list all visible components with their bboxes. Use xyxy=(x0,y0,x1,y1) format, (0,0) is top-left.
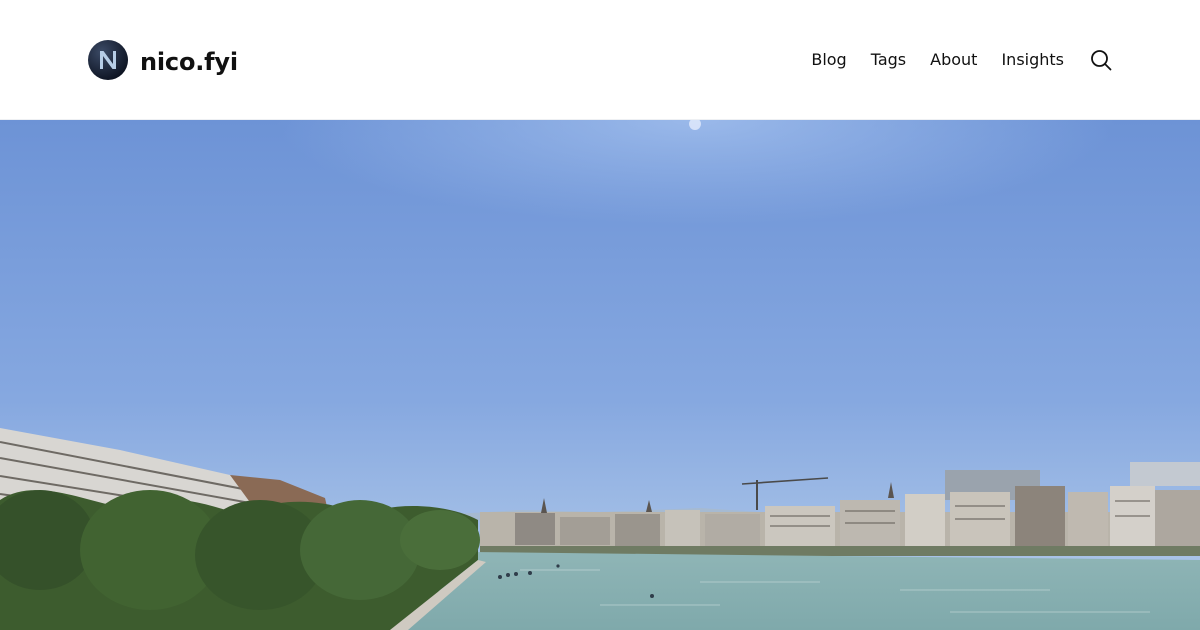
search-icon xyxy=(1091,50,1112,71)
nav-link-blog[interactable]: Blog xyxy=(811,42,846,78)
main-nav: Blog Tags About Insights xyxy=(811,42,1112,78)
river-city-photo xyxy=(0,120,1200,630)
hero-image xyxy=(0,120,1200,630)
search-button[interactable] xyxy=(1090,42,1112,78)
trees xyxy=(0,490,480,630)
n-monogram-icon xyxy=(88,40,128,80)
site-header: nico.fyi Blog Tags About Insights xyxy=(0,0,1200,120)
nav-link-tags[interactable]: Tags xyxy=(871,42,906,78)
brand-name: nico.fyi xyxy=(140,48,238,76)
nav-link-insights[interactable]: Insights xyxy=(1001,42,1064,78)
brand-link[interactable]: nico.fyi xyxy=(88,40,238,80)
river xyxy=(380,552,1200,630)
nav-link-about[interactable]: About xyxy=(930,42,977,78)
